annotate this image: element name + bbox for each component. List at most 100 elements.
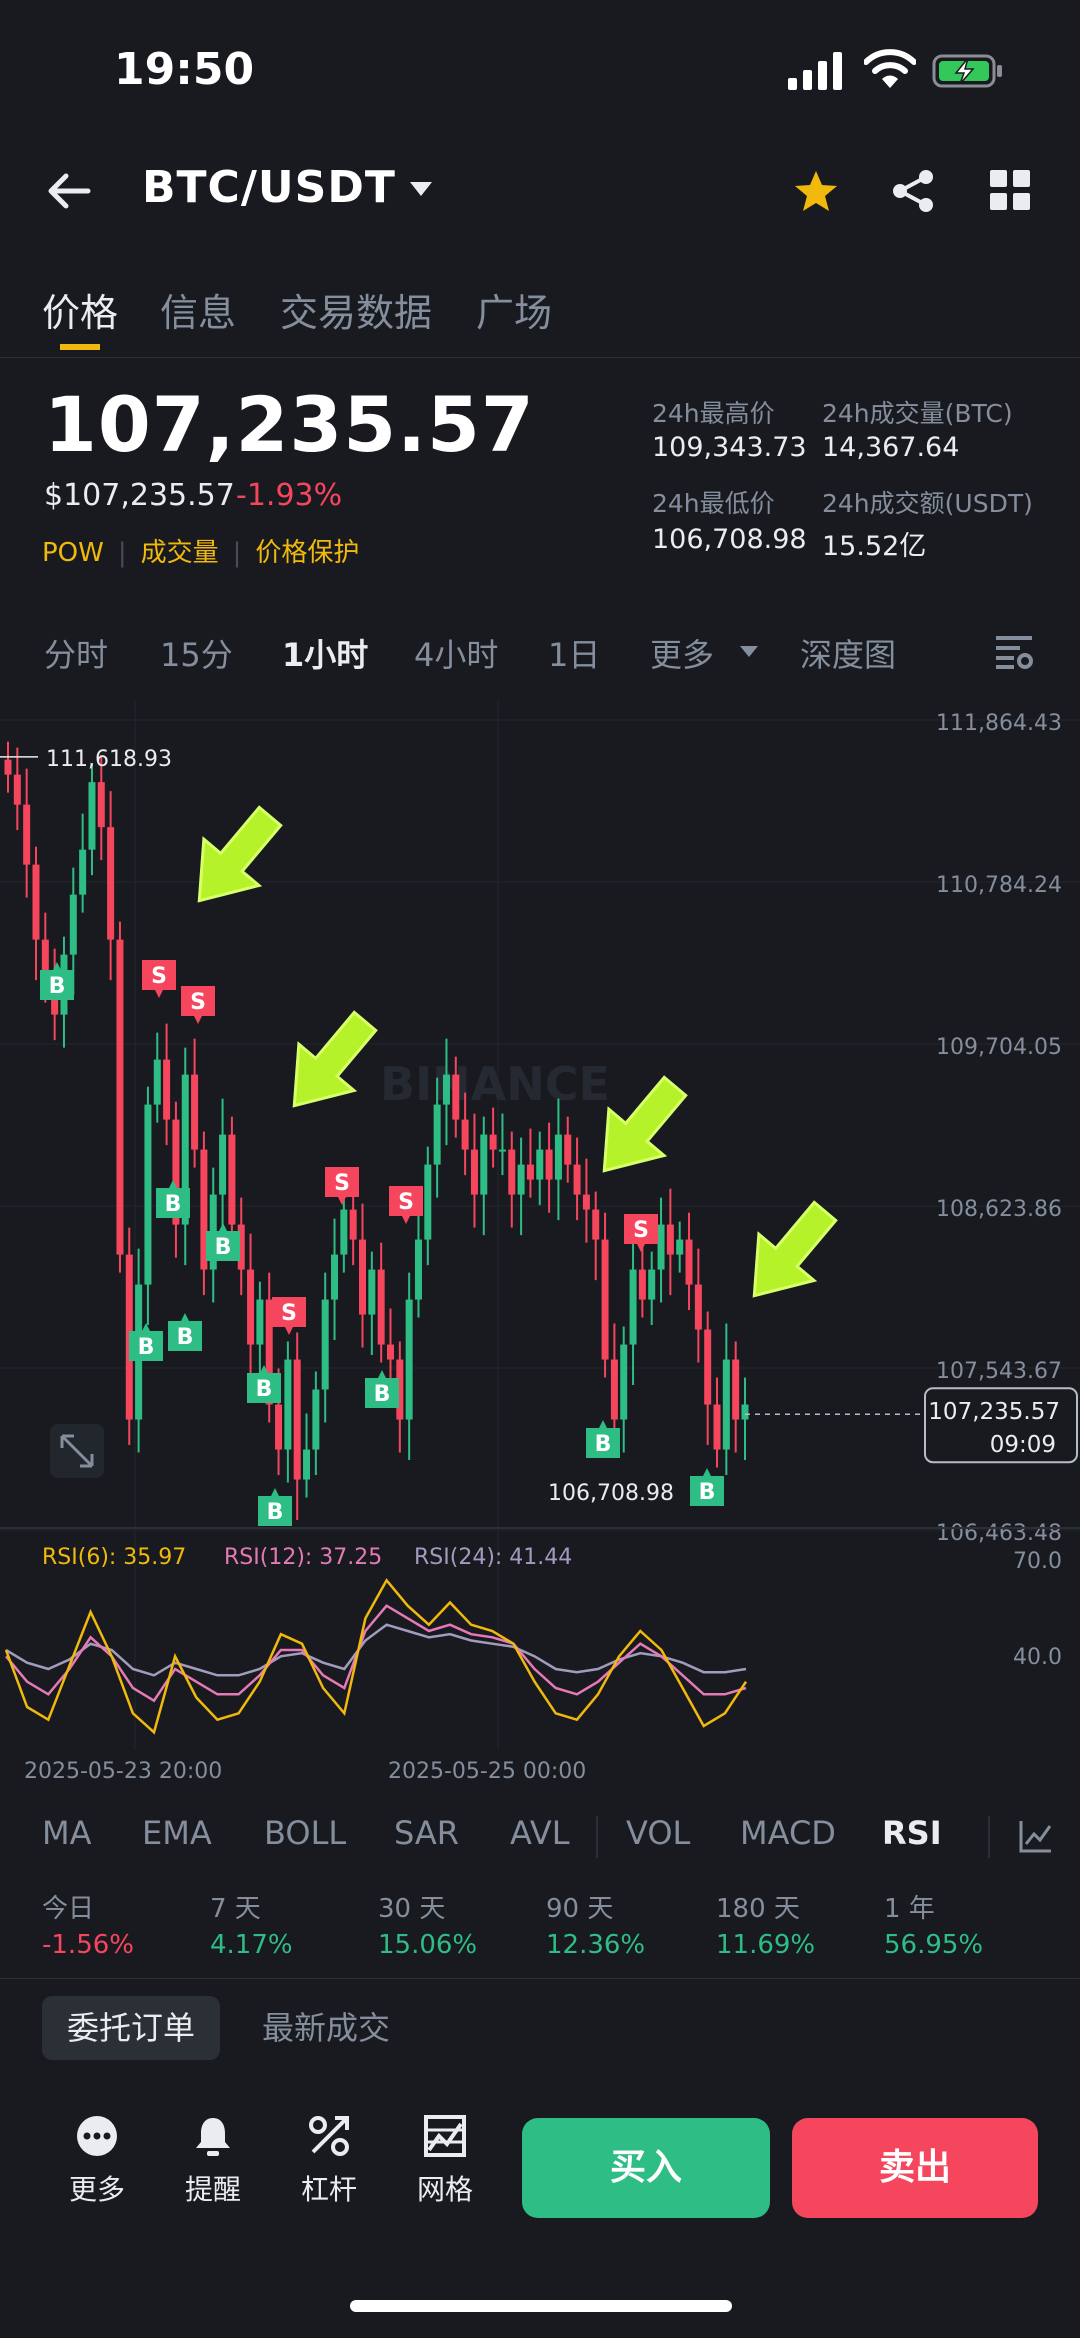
candle-body	[386, 1344, 394, 1360]
annotation-arrow-shape	[292, 1010, 378, 1108]
candle-body	[414, 1239, 422, 1300]
perf-label: 今日	[42, 1894, 95, 1924]
signal-icon	[788, 52, 842, 90]
ind-ma[interactable]: MA	[42, 1814, 92, 1852]
ind-macd[interactable]: MACD	[740, 1814, 836, 1852]
indicator-settings-icon[interactable]	[1018, 1818, 1054, 1854]
tab-price[interactable]: 价格	[42, 282, 118, 337]
candle-body	[713, 1404, 721, 1450]
tab-info[interactable]: 信息	[160, 282, 236, 337]
tf-depth[interactable]: 深度图	[800, 630, 896, 676]
tf-4h[interactable]: 4小时	[414, 630, 498, 676]
buy-marker-label: B	[165, 1192, 182, 1217]
candle-body	[648, 1269, 656, 1300]
candle-body	[489, 1134, 497, 1150]
candle-body	[107, 827, 115, 940]
grid-trading-button[interactable]: 网格	[400, 2114, 490, 2208]
ind-rsi[interactable]: RSI	[882, 1814, 942, 1852]
share-icon[interactable]	[890, 168, 936, 214]
annotation-arrow-shape	[197, 805, 283, 903]
current-time-label: 09:09	[990, 1432, 1056, 1458]
tf-line[interactable]: 分时	[44, 630, 108, 676]
tab-open-orders[interactable]: 委托订单	[42, 1996, 220, 2060]
ind-sar[interactable]: SAR	[394, 1814, 459, 1852]
tab-square[interactable]: 广场	[476, 282, 552, 337]
vol-usdt-value: 15.52亿	[822, 531, 927, 562]
perf-label: 30 天	[378, 1894, 446, 1924]
grid-trading-icon	[424, 2115, 466, 2157]
tag-price-protection[interactable]: 价格保护	[255, 532, 359, 569]
leverage-button[interactable]: 杠杆	[284, 2114, 374, 2208]
buy-marker-label: B	[49, 974, 66, 999]
ind-boll[interactable]: BOLL	[264, 1814, 346, 1852]
candlestick-chart[interactable]: 111,864.43 110,784.24 109,704.05 108,623.86…	[0, 690, 1080, 1800]
price-axis-label: 108,623.86	[936, 1197, 1062, 1222]
candle-body	[554, 1134, 562, 1180]
candle-body	[256, 1299, 264, 1345]
candle-body	[629, 1269, 637, 1345]
ind-vol[interactable]: VOL	[626, 1814, 690, 1852]
pair-dropdown-icon[interactable]	[410, 182, 432, 196]
candle-body	[526, 1164, 534, 1180]
candle-body	[452, 1074, 460, 1120]
pair-title[interactable]: BTC/USDT	[142, 162, 396, 213]
candle-body	[312, 1389, 320, 1450]
favorite-star-icon[interactable]	[792, 168, 840, 216]
candle-body	[377, 1269, 385, 1345]
tag-pow[interactable]: POW	[42, 538, 104, 568]
candle-body	[340, 1209, 348, 1255]
candle-body	[694, 1284, 702, 1330]
candle-body	[620, 1344, 628, 1420]
tf-more[interactable]: 更多	[650, 630, 714, 676]
perf-label: 180 天	[716, 1894, 800, 1924]
candle-body	[88, 782, 96, 850]
perf-value: 11.69%	[716, 1930, 816, 1960]
sell-marker-label: S	[633, 1218, 649, 1243]
candle-body	[144, 1104, 152, 1285]
price-change: -1.93%	[236, 478, 343, 513]
tf-1d[interactable]: 1日	[548, 630, 600, 676]
tf-1h[interactable]: 1小时	[282, 630, 368, 676]
buy-marker-label: B	[256, 1377, 273, 1402]
candle-body	[247, 1269, 255, 1345]
tag-volume[interactable]: 成交量	[141, 532, 219, 569]
price-axis-label: 107,543.67	[936, 1359, 1062, 1384]
candle-body	[293, 1359, 301, 1480]
candle-body	[331, 1254, 339, 1300]
tab-trading-data[interactable]: 交易数据	[280, 282, 432, 337]
ind-ema[interactable]: EMA	[142, 1814, 212, 1852]
buy-marker-label: B	[215, 1235, 232, 1260]
rsi12-label: RSI(12): 37.25	[224, 1545, 382, 1570]
price-axis-label: 111,864.43	[936, 711, 1062, 736]
perf-value: 12.36%	[546, 1930, 646, 1960]
more-button[interactable]: 更多	[52, 2114, 142, 2208]
candle-body	[191, 1074, 199, 1150]
grid-menu-icon[interactable]	[990, 170, 1030, 210]
candle-body	[666, 1224, 674, 1255]
candle-body	[69, 894, 77, 955]
more-dots-icon	[77, 2116, 117, 2156]
buy-marker-label: B	[138, 1335, 155, 1360]
candle-body	[573, 1164, 581, 1195]
indicator-divider	[596, 1816, 598, 1858]
tab-latest-trades[interactable]: 最新成交	[262, 1996, 390, 2060]
candle-body	[442, 1074, 450, 1105]
perf-label: 7 天	[210, 1894, 261, 1924]
candle-body	[97, 782, 105, 828]
candle-body	[349, 1209, 357, 1240]
alert-button[interactable]: 提醒	[168, 2114, 258, 2208]
back-arrow-icon[interactable]	[44, 166, 94, 216]
sell-button[interactable]: 卖出	[792, 2118, 1038, 2218]
candle-body	[116, 939, 124, 1255]
price-axis-label: 106,463.48	[936, 1521, 1062, 1546]
buy-button[interactable]: 买入	[522, 2118, 770, 2218]
grid-trading-label: 网格	[416, 2173, 473, 2206]
ind-avl[interactable]: AVL	[510, 1814, 570, 1852]
vol-btc-value: 14,367.64	[822, 432, 960, 463]
tf-more-caret-icon	[740, 646, 758, 657]
sell-marker-label: S	[281, 1301, 297, 1326]
chart-settings-icon[interactable]	[994, 634, 1034, 670]
tf-15m[interactable]: 15分	[160, 630, 233, 676]
candle-body	[638, 1269, 646, 1300]
candle-body	[405, 1299, 413, 1420]
